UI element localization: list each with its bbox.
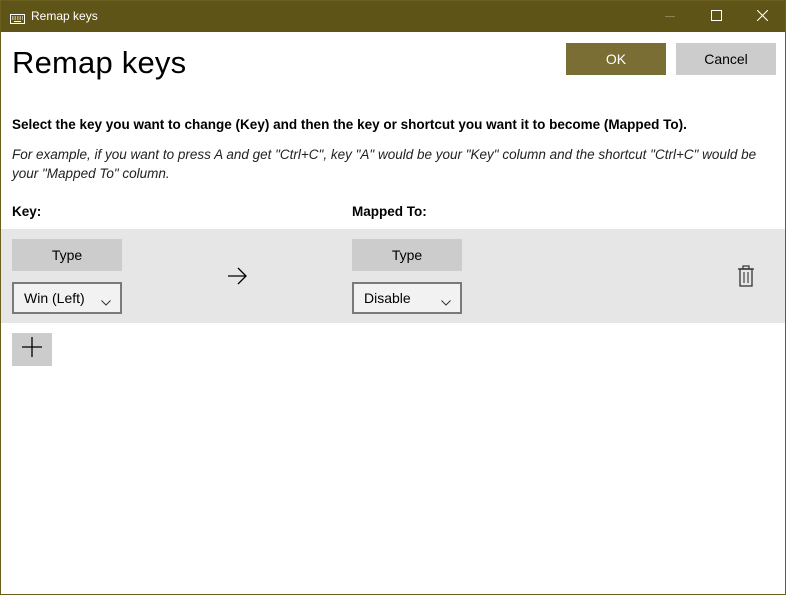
window-title: Remap keys [31,9,98,23]
mapping-row: Type Win (Left) Type Disable [1,229,785,323]
chevron-down-icon [101,293,111,309]
close-icon [756,8,768,26]
trash-icon[interactable] [737,265,755,292]
close-button[interactable] [739,1,785,32]
mapped-to-column-header: Mapped To: [352,204,427,219]
cancel-button[interactable]: Cancel [676,43,776,75]
minimize-icon [665,8,675,26]
minimize-button[interactable] [647,1,693,32]
key-dropdown-value: Win (Left) [24,290,85,306]
page-title: Remap keys [12,45,187,80]
example-text: For example, if you want to press A and … [12,147,757,181]
chevron-down-icon [441,293,451,309]
maximize-icon [710,8,722,26]
plus-icon [21,336,43,363]
keyboard-icon [10,11,25,24]
arrow-right-icon [227,266,247,291]
mapped-to-dropdown[interactable]: Disable [352,282,462,314]
add-mapping-button[interactable] [12,333,52,366]
key-column-header: Key: [12,204,42,219]
ok-button[interactable]: OK [566,43,666,75]
key-type-button[interactable]: Type [12,239,122,271]
maximize-button[interactable] [693,1,739,32]
mapped-to-dropdown-value: Disable [364,290,411,306]
remap-keys-window: Remap keys Remap keys OK Cancel Select t… [0,0,786,595]
instruction-text: Select the key you want to change (Key) … [12,117,687,132]
mapped-type-button[interactable]: Type [352,239,462,271]
title-bar[interactable]: Remap keys [1,1,785,32]
key-dropdown[interactable]: Win (Left) [12,282,122,314]
